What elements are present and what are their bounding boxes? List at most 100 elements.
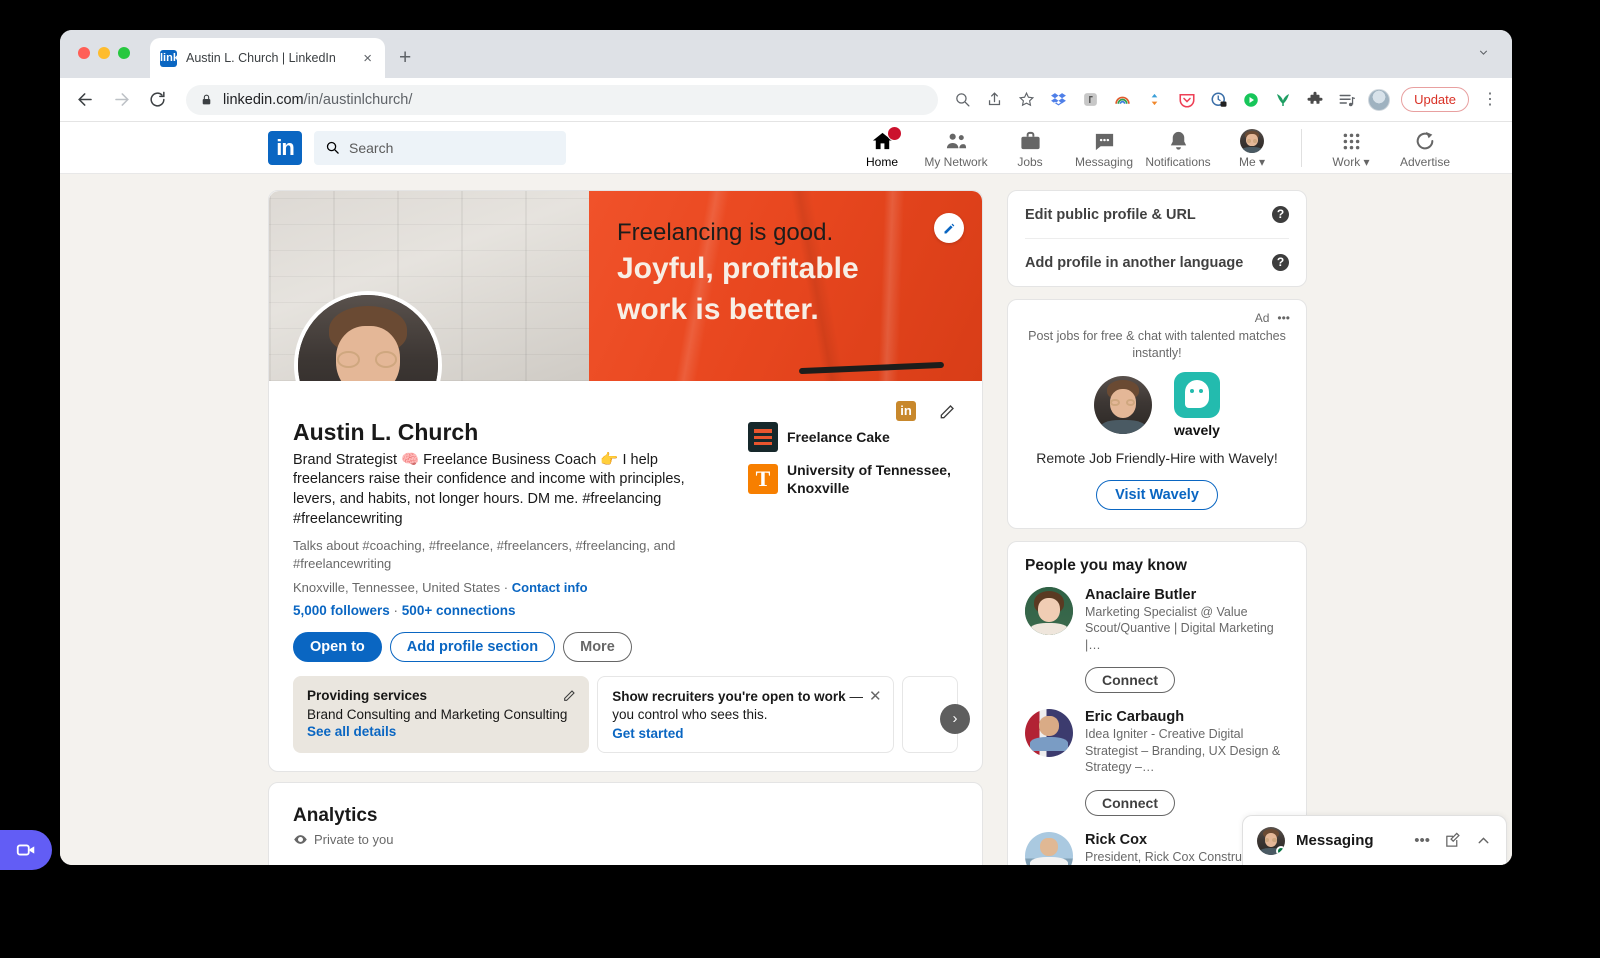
dropbox-icon[interactable] (1048, 89, 1069, 110)
nav-label: Advertise (1399, 155, 1451, 169)
university-of-tennessee-logo: T (748, 464, 778, 495)
nav-item-jobs[interactable]: Jobs (993, 126, 1067, 169)
open-to-work-card[interactable]: Show recruiters you're open to work — yo… (597, 675, 894, 754)
new-tab-button[interactable]: + (399, 46, 411, 70)
add-profile-section-button[interactable]: Add profile section (389, 631, 556, 662)
avatar[interactable] (294, 291, 442, 381)
chevron-down-icon[interactable] (1477, 46, 1490, 59)
search-icon[interactable] (952, 89, 973, 110)
page-content: Freelancing is good. Joyful, profitable … (60, 174, 1512, 865)
nav-item-advertise[interactable]: Advertise (1388, 126, 1462, 169)
see-all-details-link[interactable]: See all details (307, 724, 575, 739)
browser-profile-avatar[interactable] (1368, 88, 1391, 111)
messaging-bar[interactable]: Messaging ••• (1242, 815, 1507, 865)
profile-organizations: Freelance Cake T University of Tennessee… (723, 422, 958, 662)
pocket-icon[interactable] (1176, 89, 1197, 110)
edit-profile-button[interactable] (938, 401, 958, 421)
profile-banner[interactable]: Freelancing is good. Joyful, profitable … (269, 191, 982, 381)
list-item[interactable]: Anaclaire Butler Marketing Specialist @ … (1025, 586, 1289, 654)
open-to-button[interactable]: Open to (293, 631, 382, 662)
honey-icon[interactable] (1080, 89, 1101, 110)
loom-record-button[interactable] (0, 830, 52, 870)
nav-label: Notifications (1145, 155, 1211, 169)
separator: · (389, 602, 402, 618)
edit-public-profile-link[interactable]: Edit public profile & URL ? (1008, 191, 1306, 238)
edit-services-button[interactable] (562, 687, 578, 703)
minimize-window-button[interactable] (98, 47, 110, 59)
forward-icon[interactable] (110, 89, 132, 111)
organization-education[interactable]: T University of Tennessee, Knoxville (748, 461, 958, 497)
question-mark-icon[interactable]: ? (1272, 206, 1289, 223)
profile-details: in Austin L. Church Brand Strategist 🧠 F… (269, 381, 982, 771)
browser-menu-icon[interactable]: ⋮ (1480, 91, 1498, 108)
nav-label: Work ▾ (1332, 155, 1370, 169)
reading-list-icon[interactable] (1336, 89, 1357, 110)
bookmark-star-icon[interactable] (1016, 89, 1037, 110)
get-started-link[interactable]: Get started (612, 726, 878, 741)
profile-location-row: Knoxville, Tennessee, United States · Co… (293, 580, 723, 595)
connect-button[interactable]: Connect (1085, 789, 1175, 816)
nav-item-work[interactable]: Work ▾ (1314, 126, 1388, 169)
lock-timer-icon[interactable] (1208, 89, 1229, 110)
more-button[interactable]: More (563, 631, 632, 662)
close-window-button[interactable] (78, 47, 90, 59)
share-icon[interactable] (984, 89, 1005, 110)
connections-count[interactable]: 500+ connections (402, 603, 516, 618)
nav-item-home[interactable]: Home (845, 126, 919, 169)
advertisement-card: Ad ••• Post jobs for free & chat with ta… (1007, 299, 1307, 529)
maximize-window-button[interactable] (118, 47, 130, 59)
contact-info-link[interactable]: Contact info (512, 580, 588, 595)
search-input[interactable] (349, 139, 555, 156)
visit-wavely-button[interactable]: Visit Wavely (1096, 479, 1218, 510)
puzzle-extensions-icon[interactable] (1304, 89, 1325, 110)
providing-services-card[interactable]: Providing services Brand Consulting and … (293, 675, 590, 754)
tab-title: Austin L. Church | LinkedIn (186, 51, 336, 65)
chevron-up-icon[interactable] (1475, 832, 1492, 849)
compose-icon[interactable] (1444, 832, 1461, 849)
avatar-icon (1240, 129, 1264, 153)
person-name[interactable]: Anaclaire Butler (1085, 587, 1289, 603)
close-icon[interactable]: × (360, 51, 375, 66)
profile-headline: Brand Strategist 🧠 Freelance Business Co… (293, 451, 685, 528)
address-bar[interactable]: linkedin.com/in/austinlchurch/ (186, 84, 939, 115)
play-green-icon[interactable] (1240, 89, 1261, 110)
search-box[interactable] (314, 130, 566, 165)
lock-icon (200, 93, 213, 106)
people-icon (945, 129, 968, 153)
nav-item-my-network[interactable]: My Network (919, 126, 993, 169)
linkedin-global-nav: in Home (60, 122, 1512, 174)
browser-tab-strip: linkedin-icon Austin L. Church | LinkedI… (60, 30, 1512, 81)
close-icon[interactable]: ✕ (869, 687, 882, 705)
bird-icon[interactable] (1272, 89, 1293, 110)
add-profile-language-link[interactable]: Add profile in another language ? (1008, 239, 1306, 286)
nav-item-me[interactable]: Me ▾ (1215, 126, 1289, 169)
nav-item-messaging[interactable]: Messaging (1067, 126, 1141, 169)
sync-icon[interactable] (1144, 89, 1165, 110)
followers-count[interactable]: 5,000 followers (293, 603, 390, 618)
ellipsis-icon[interactable]: ••• (1277, 311, 1290, 325)
bell-icon (1167, 129, 1190, 153)
list-item[interactable]: Eric Carbaugh Idea Igniter - Creative Di… (1025, 709, 1289, 776)
organization-current[interactable]: Freelance Cake (748, 422, 958, 452)
eye-icon (293, 832, 308, 847)
profile-talks-about: Talks about #coaching, #freelance, #free… (293, 538, 676, 571)
update-button[interactable]: Update (1401, 87, 1469, 112)
window-controls[interactable] (78, 47, 130, 59)
question-mark-icon[interactable]: ? (1272, 254, 1289, 271)
edit-banner-button[interactable] (934, 213, 964, 243)
profile-location: Knoxville, Tennessee, United States (293, 579, 501, 595)
reload-icon[interactable] (146, 89, 168, 111)
messaging-actions: ••• (1414, 832, 1492, 849)
back-icon[interactable] (74, 89, 96, 111)
carousel-next-button[interactable]: › (940, 703, 970, 734)
nav-item-notifications[interactable]: Notifications (1141, 126, 1215, 169)
profile-action-buttons: Open to Add profile section More (293, 631, 723, 662)
browser-tab[interactable]: linkedin-icon Austin L. Church | LinkedI… (150, 38, 385, 81)
linkedin-logo-icon[interactable]: in (268, 130, 302, 165)
ellipsis-icon[interactable]: ••• (1414, 832, 1430, 849)
rainbow-icon[interactable] (1112, 89, 1133, 110)
grid-icon (1341, 129, 1362, 153)
linkedin-premium-icon[interactable]: in (896, 401, 916, 421)
connect-button[interactable]: Connect (1085, 667, 1175, 694)
person-name[interactable]: Eric Carbaugh (1085, 709, 1289, 725)
